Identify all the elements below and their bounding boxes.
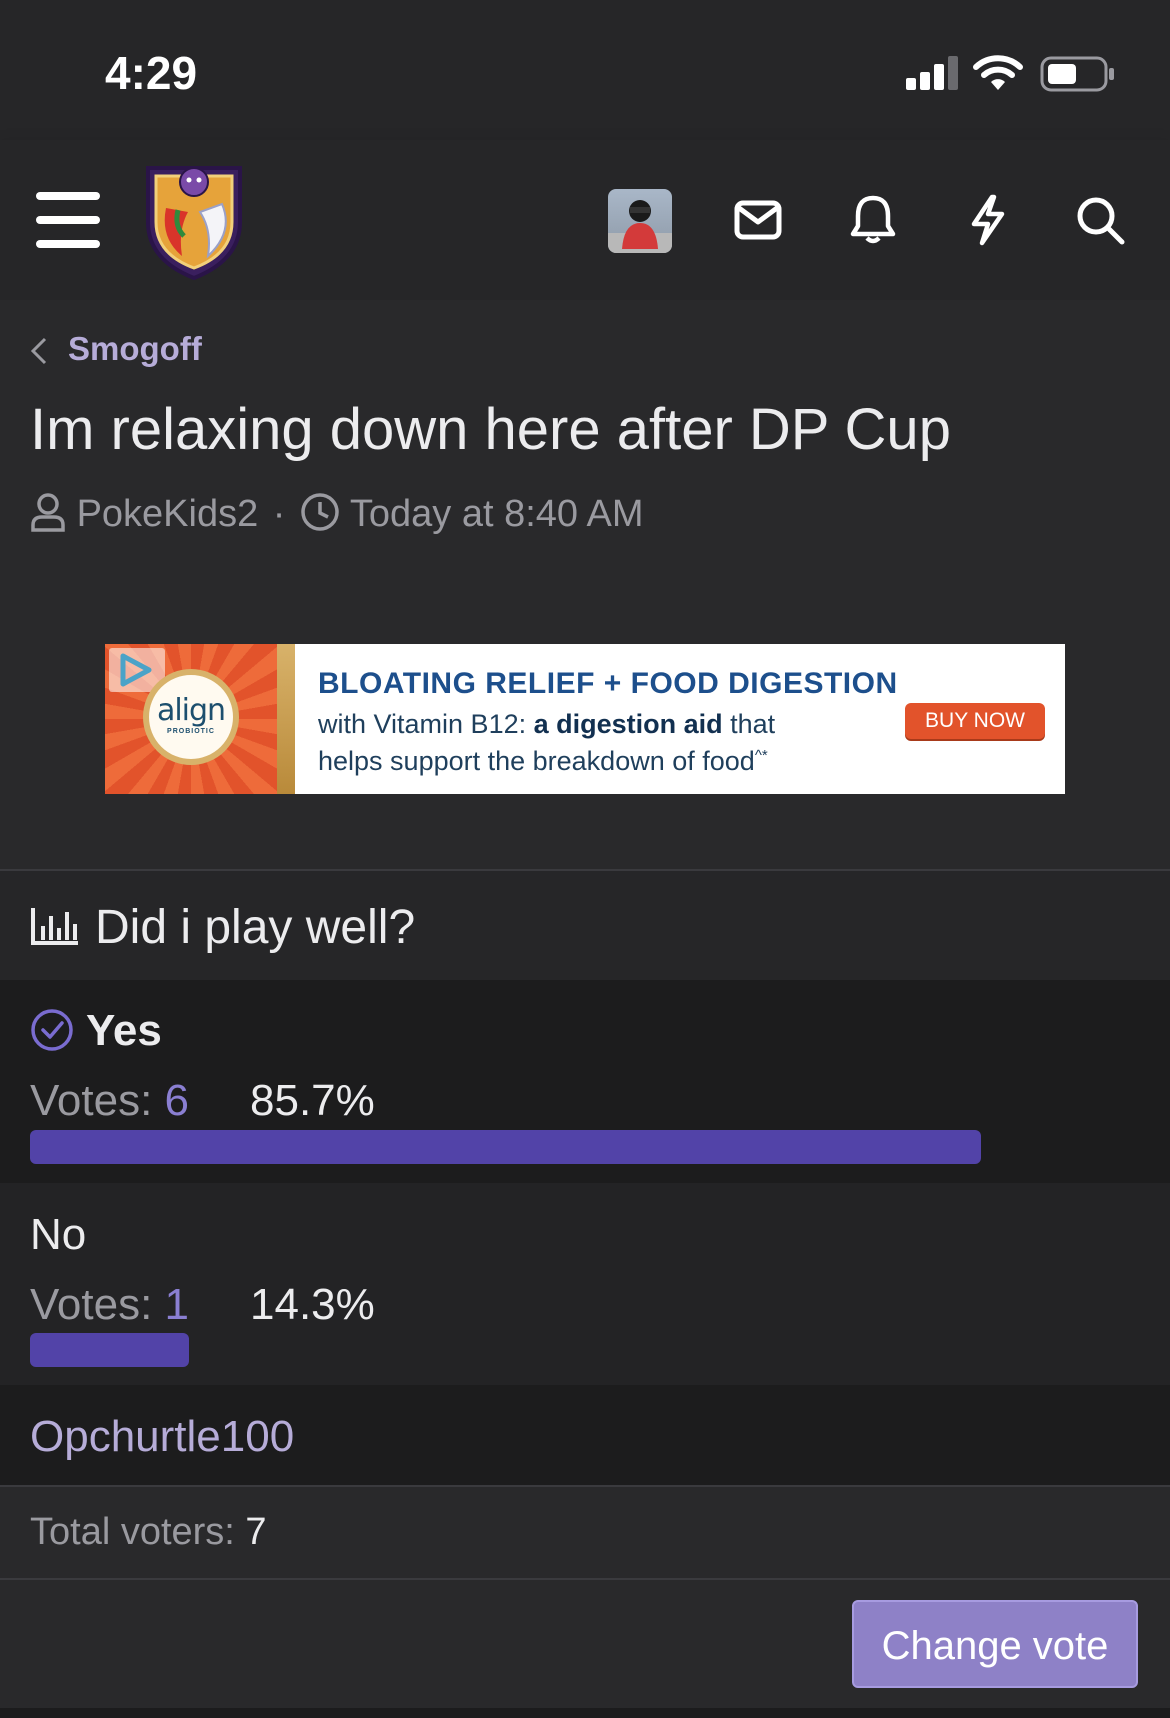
- total-count: 7: [245, 1511, 267, 1553]
- poll-chart-icon: [30, 906, 80, 951]
- status-time: 4:29: [105, 47, 198, 99]
- votes-count[interactable]: 6: [165, 1076, 189, 1125]
- ad-line2-mark: ^*: [754, 747, 768, 764]
- poll-option-bar: [30, 1130, 981, 1164]
- thread-title: Im relaxing down here after DP Cup: [30, 397, 951, 462]
- avatar[interactable]: [608, 189, 672, 253]
- envelope-icon[interactable]: [734, 200, 782, 240]
- ad-body: with Vitamin B12: a digestion aid that h…: [318, 708, 775, 777]
- votes-label: Votes:: [30, 1076, 165, 1125]
- poll-option-votes: Votes: 6: [30, 1076, 189, 1126]
- bell-icon[interactable]: [850, 194, 896, 244]
- poll-option-votes: Votes: 1: [30, 1280, 189, 1330]
- search-icon[interactable]: [1076, 196, 1126, 246]
- poll-option-percent: 85.7%: [250, 1076, 375, 1125]
- battery-icon: [1040, 56, 1116, 97]
- divider: [0, 1578, 1170, 1580]
- user-icon: [30, 493, 66, 535]
- poll-option-bar: [30, 1333, 189, 1367]
- ad-gold-stripe: [277, 644, 295, 794]
- votes-count[interactable]: 1: [165, 1280, 189, 1329]
- ad-line1-post: that: [722, 709, 776, 739]
- votes-label: Votes:: [30, 1280, 165, 1329]
- cellular-signal-icon: [906, 56, 960, 90]
- clock-icon: [300, 493, 340, 535]
- poll-option-percent: 14.3%: [250, 1280, 375, 1329]
- total-label: Total voters:: [30, 1511, 246, 1553]
- breadcrumb[interactable]: Smogoff: [68, 330, 202, 368]
- bottom-edge: [0, 1708, 1170, 1718]
- meta-separator: ·: [272, 493, 286, 535]
- ad-brand: align: [156, 693, 226, 728]
- ad-line2: helps support the breakdown of food: [318, 746, 755, 776]
- change-vote-button[interactable]: Change vote: [852, 1600, 1138, 1688]
- total-voters: Total voters: 7: [30, 1511, 267, 1554]
- poll-question: Did i play well?: [95, 901, 416, 954]
- voter-name[interactable]: Opchurtle100: [30, 1412, 294, 1462]
- ad-brand-sub: PROBIOTIC: [167, 728, 215, 735]
- site-logo[interactable]: [138, 160, 250, 287]
- chevron-left-icon[interactable]: [30, 336, 48, 371]
- ad-buy-button[interactable]: BUY NOW: [905, 703, 1045, 739]
- ad-line1-bold: a digestion aid: [533, 709, 723, 739]
- poll-option-label: Yes: [86, 1006, 162, 1055]
- ad-banner[interactable]: align PROBIOTIC BLOATING RELIEF + FOOD D…: [105, 644, 1065, 794]
- poll-option-label: No: [30, 1210, 87, 1259]
- wifi-icon: [972, 54, 1024, 97]
- check-circle-icon: [30, 1008, 74, 1057]
- ad-headline: BLOATING RELIEF + FOOD DIGESTION: [318, 667, 898, 700]
- thread-date[interactable]: Today at 8:40 AM: [350, 493, 644, 535]
- thread-meta: PokeKids2 · Today at 8:40 AM: [30, 492, 644, 536]
- ad-brand-logo: align PROBIOTIC: [143, 669, 239, 765]
- bolt-icon[interactable]: [968, 194, 1008, 246]
- menu-icon[interactable]: [36, 192, 100, 248]
- ad-line1-pre: with Vitamin B12:: [318, 709, 534, 739]
- thread-author[interactable]: PokeKids2: [77, 493, 259, 535]
